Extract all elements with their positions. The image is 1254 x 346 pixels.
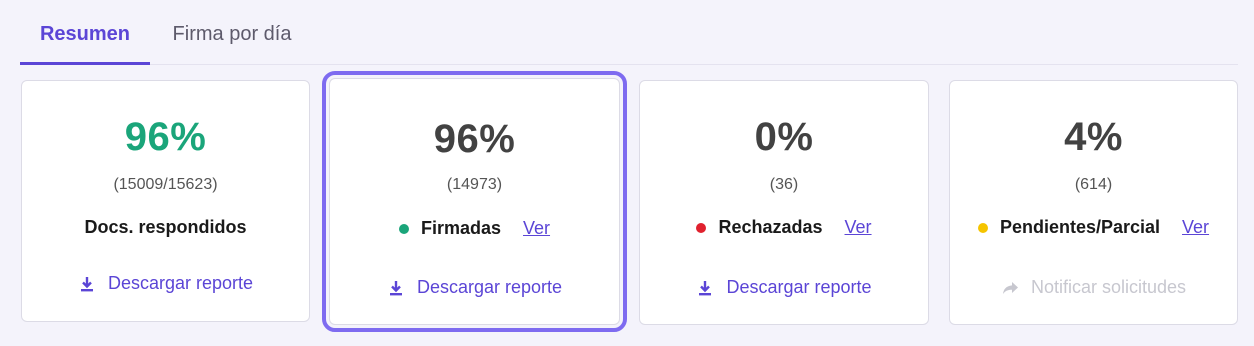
download-icon [78, 275, 96, 293]
count-value: (36) [769, 176, 799, 193]
download-report-button[interactable]: Descargar reporte [640, 277, 928, 298]
card-label-row: Docs. respondidos [22, 217, 309, 238]
percent-value: 96% [124, 115, 207, 159]
action-label: Notificar solicitudes [1030, 277, 1187, 297]
share-arrow-icon [1001, 279, 1019, 297]
card-docs-respondidos[interactable]: 96% (15009/15623) Docs. respondidos Desc… [21, 80, 310, 322]
card-label-row: Pendientes/Parcial Ver [950, 217, 1237, 238]
download-icon [696, 279, 714, 297]
status-dot-icon [696, 222, 707, 233]
count-value: (15009/15623) [113, 176, 218, 193]
percent-value: 4% [1064, 115, 1123, 159]
card-rechazadas[interactable]: 0% (36) Rechazadas Ver Descargar reporte [639, 80, 929, 325]
card-firmadas[interactable]: 96% (14973) Firmadas Ver Descargar repor… [322, 71, 627, 332]
download-report-button[interactable]: Descargar reporte [22, 273, 309, 294]
notify-requests-button[interactable]: Notificar solicitudes [950, 277, 1237, 298]
card-label-row: Rechazadas Ver [640, 217, 928, 238]
percent-value: 0% [754, 115, 814, 159]
download-icon [387, 279, 405, 297]
card-label: Firmadas [420, 218, 501, 238]
percent-value: 96% [433, 117, 516, 161]
card-label: Docs. respondidos [84, 217, 247, 237]
card-label: Rechazadas [718, 217, 823, 237]
download-report-button[interactable]: Descargar reporte [330, 277, 619, 298]
ver-link[interactable]: Ver [1182, 217, 1209, 238]
status-dot-icon [977, 222, 988, 233]
action-label: Descargar reporte [107, 273, 254, 293]
ver-link[interactable]: Ver [523, 218, 550, 239]
card-label: Pendientes/Parcial [999, 217, 1161, 237]
count-value: (14973) [446, 176, 503, 193]
status-dot-icon [398, 223, 409, 234]
count-value: (614) [1074, 176, 1113, 193]
card-label-row: Firmadas Ver [330, 218, 619, 239]
tab-bar: Resumen Firma por día [20, 0, 1238, 65]
card-pendientes-parcial[interactable]: 4% (614) Pendientes/Parcial Ver Notifica… [949, 80, 1238, 325]
ver-link[interactable]: Ver [845, 217, 872, 238]
action-label: Descargar reporte [416, 277, 563, 297]
tab-resumen[interactable]: Resumen [20, 0, 150, 65]
tab-firma-por-dia[interactable]: Firma por día [150, 0, 314, 64]
action-label: Descargar reporte [726, 277, 872, 297]
